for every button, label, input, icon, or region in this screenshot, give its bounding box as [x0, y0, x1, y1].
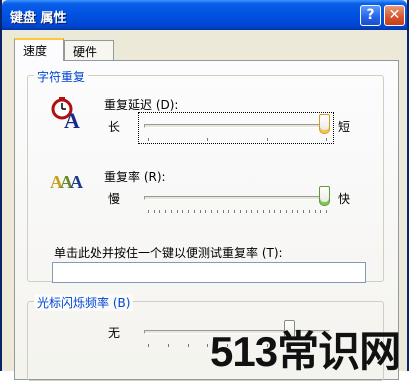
- slider-tick: [148, 210, 149, 213]
- slider-tick: [199, 210, 201, 213]
- slider-tick: [251, 210, 253, 213]
- slider-tick: [222, 210, 224, 213]
- keyboard-properties-window: 键盘 属性 ? ✕ 速度 硬件 字符重复 A 重复延迟 (D): 长 短 A A…: [0, 0, 409, 381]
- help-button[interactable]: ?: [360, 5, 381, 26]
- svg-text:A: A: [64, 108, 80, 130]
- slider-tick: [239, 210, 241, 213]
- watermark-logo: 513常识网: [210, 328, 401, 375]
- slider-tick: [308, 210, 310, 213]
- slider-tick: [280, 210, 282, 213]
- slider-tick: [159, 210, 161, 213]
- slider-tick: [182, 210, 184, 213]
- aaa-repeat-icon: A A A: [50, 172, 83, 192]
- cursor-blink-min-label: 无: [108, 326, 121, 340]
- slider-tick: [148, 138, 149, 141]
- slider-tick: [314, 210, 316, 213]
- character-repeat-group-title: 字符重复: [34, 68, 89, 85]
- slider-tick: [268, 210, 270, 213]
- slider-tick: [205, 210, 207, 213]
- slider-tick: [266, 138, 268, 141]
- repeat-delay-slider-track[interactable]: [144, 124, 330, 128]
- tab-speed[interactable]: 速度: [14, 38, 64, 61]
- stopwatch-a-icon: A: [51, 97, 80, 130]
- slider-tick: [211, 210, 213, 213]
- slider-tick: [228, 210, 230, 213]
- close-button[interactable]: ✕: [384, 5, 405, 26]
- slider-tick: [153, 210, 155, 213]
- slider-tick: [170, 210, 172, 213]
- repeat-rate-min-label: 慢: [108, 192, 121, 206]
- slider-tick: [326, 138, 327, 141]
- slider-tick: [188, 210, 190, 213]
- repeat-rate-label: 重复率 (R):: [104, 170, 166, 184]
- repeat-delay-ticks: [148, 138, 327, 142]
- slider-tick: [148, 344, 149, 347]
- tab-hardware[interactable]: 硬件: [64, 40, 114, 60]
- repeat-delay-max-label: 短: [338, 120, 351, 134]
- slider-tick: [285, 210, 287, 213]
- slider-tick: [257, 210, 259, 213]
- slider-tick: [207, 138, 209, 141]
- repeat-rate-slider-track[interactable]: [144, 196, 330, 200]
- slider-tick: [207, 344, 209, 347]
- slider-tick: [165, 210, 167, 213]
- slider-tick: [291, 210, 293, 213]
- slider-tick: [326, 210, 327, 213]
- slider-tick: [297, 210, 299, 213]
- window-title: 键盘 属性: [10, 11, 67, 26]
- slider-tick: [320, 210, 322, 213]
- slider-tick: [234, 210, 236, 213]
- svg-text:A: A: [70, 172, 83, 192]
- repeat-delay-min-label: 长: [108, 120, 121, 134]
- repeat-rate-ticks: [148, 210, 327, 214]
- cursor-blink-group-title: 光标闪烁频率 (B): [34, 294, 134, 311]
- repeat-test-label: 单击此处并按住一个键以便测试重复率 (T):: [54, 246, 283, 260]
- slider-tick: [176, 210, 178, 213]
- title-bar[interactable]: 键盘 属性 ? ✕: [2, 0, 407, 30]
- repeat-rate-slider-thumb[interactable]: [319, 186, 330, 206]
- slider-tick: [167, 344, 169, 347]
- repeat-delay-slider-thumb[interactable]: [319, 114, 330, 134]
- character-repeat-group: 字符重复 A 重复延迟 (D): 长 短 A A A 重复率 (R): 慢 快 …: [27, 68, 384, 283]
- slider-tick: [187, 344, 189, 347]
- slider-tick: [193, 210, 195, 213]
- slider-tick: [274, 210, 276, 213]
- repeat-delay-label: 重复延迟 (D):: [104, 98, 179, 112]
- repeat-rate-max-label: 快: [338, 192, 351, 206]
- repeat-test-input[interactable]: [52, 262, 366, 283]
- slider-tick: [216, 210, 218, 213]
- slider-tick: [262, 210, 264, 213]
- slider-tick: [245, 210, 247, 213]
- slider-tick: [303, 210, 305, 213]
